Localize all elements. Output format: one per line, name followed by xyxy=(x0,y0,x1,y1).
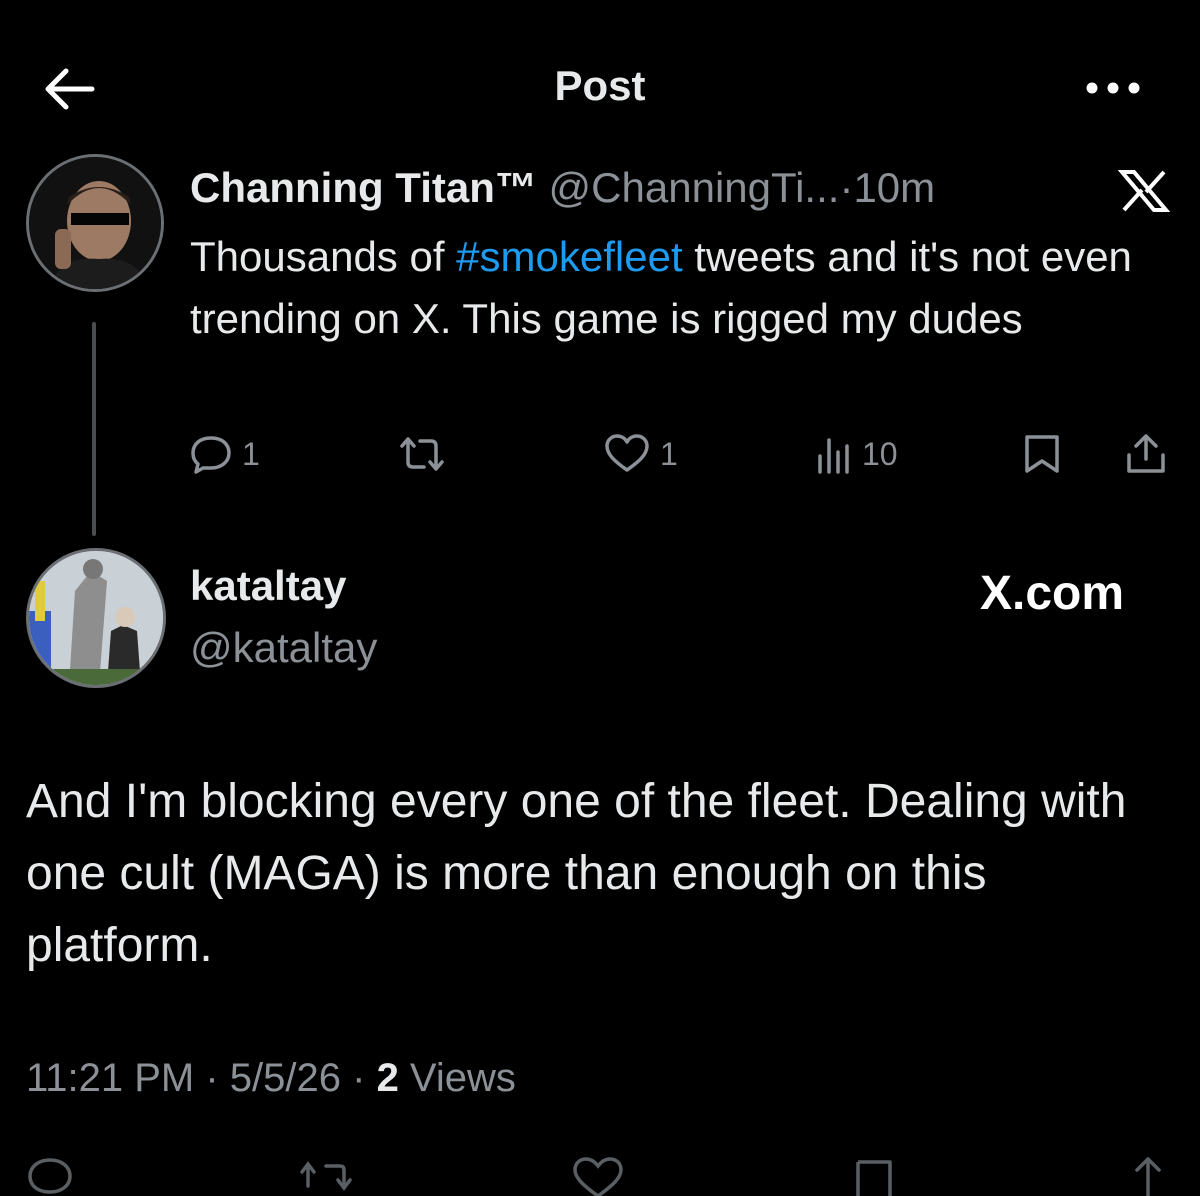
meta-separator: · xyxy=(341,1056,377,1100)
bottom-share-icon[interactable] xyxy=(1124,1156,1172,1196)
post-time[interactable]: 11:21 PM xyxy=(26,1056,194,1100)
views-button[interactable]: 10 xyxy=(814,430,898,478)
meta-separator: · xyxy=(194,1056,230,1100)
share-button[interactable] xyxy=(1124,430,1168,478)
heart-icon xyxy=(604,434,650,474)
post2-handle[interactable]: @kataltay xyxy=(190,624,377,672)
views-count: 10 xyxy=(862,435,898,472)
repost-button[interactable] xyxy=(396,430,448,478)
bookmark-button[interactable] xyxy=(1022,430,1062,478)
post-meta: 11:21 PM · 5/5/26 · 2 Views xyxy=(26,1056,516,1101)
more-options-icon[interactable] xyxy=(1082,74,1144,102)
bottom-repost-icon[interactable] xyxy=(296,1156,356,1196)
post1-text: Thousands of #smokefleet tweets and it's… xyxy=(190,226,1180,350)
x-logo-icon xyxy=(1116,168,1172,214)
post-date[interactable]: 5/5/26 xyxy=(230,1056,341,1100)
reply-button[interactable]: 1 xyxy=(190,430,260,478)
bookmark-icon xyxy=(1022,433,1062,475)
reply-icon xyxy=(190,434,232,474)
reply-count: 1 xyxy=(242,435,260,472)
post1-header: Channing Titan™ @ChanningTi...·10m xyxy=(190,164,935,218)
share-icon xyxy=(1124,433,1168,475)
like-button[interactable]: 1 xyxy=(604,430,678,478)
hashtag-link[interactable]: #smokefleet xyxy=(456,233,682,280)
thread-connector-line xyxy=(92,322,96,536)
repost-icon xyxy=(396,434,448,474)
analytics-bars-icon xyxy=(814,434,852,474)
x-com-watermark: X.com xyxy=(980,567,1125,620)
page-title: Post xyxy=(554,62,646,109)
post1-text-start: Thousands of xyxy=(190,233,457,280)
avatar-channing-titan[interactable] xyxy=(26,154,164,292)
bottom-bookmark-icon[interactable] xyxy=(852,1156,896,1196)
like-count: 1 xyxy=(660,435,678,472)
bottom-reply-icon[interactable] xyxy=(26,1156,74,1196)
post1-timestamp[interactable]: 10m xyxy=(853,164,935,211)
meta-views-count[interactable]: 2 xyxy=(377,1056,399,1100)
post2-text: And I'm blocking every one of the fleet.… xyxy=(26,775,1127,972)
post1-handle[interactable]: @ChanningTi... xyxy=(549,164,840,211)
post1-display-name[interactable]: Channing Titan™ xyxy=(190,164,537,211)
meta-views-label: Views xyxy=(398,1056,516,1100)
post2-display-name[interactable]: kataltay xyxy=(190,562,346,610)
bottom-heart-icon[interactable] xyxy=(570,1156,626,1196)
post1-separator: · xyxy=(839,164,854,211)
avatar-kataltay[interactable] xyxy=(26,548,166,688)
